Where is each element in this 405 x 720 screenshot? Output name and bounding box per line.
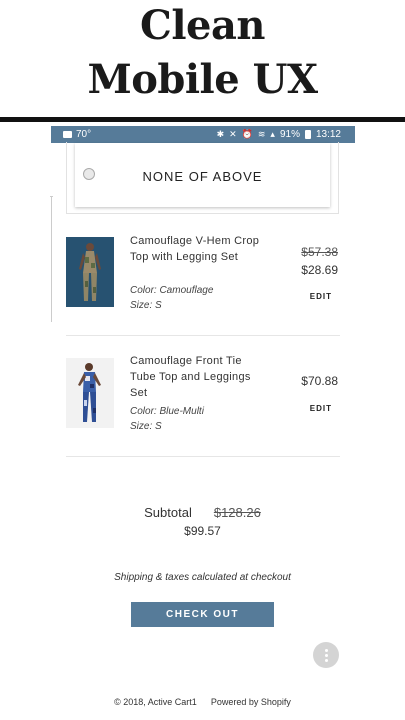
item-title[interactable]: Camouflage V-Hem Crop Top with Legging S…: [130, 233, 270, 265]
item-price: $28.69: [301, 263, 338, 277]
bluetooth-icon: ✱: [216, 129, 225, 139]
item-divider: [66, 456, 340, 457]
headline-divider: [0, 117, 405, 122]
battery-icon: [304, 130, 311, 139]
scroll-indicator: [50, 196, 53, 322]
headline-line-2: Mobile UX: [87, 56, 318, 103]
item-divider: [66, 335, 340, 336]
item-size: Size: S: [130, 300, 162, 311]
wifi-icon: ≋: [257, 129, 266, 139]
option-none-of-above[interactable]: NONE OF ABOVE: [75, 143, 330, 207]
message-icon: [63, 131, 72, 138]
product-image[interactable]: [66, 358, 114, 428]
product-image[interactable]: [66, 237, 114, 307]
option-label: NONE OF ABOVE: [142, 169, 263, 184]
edit-button[interactable]: EDIT: [310, 404, 332, 413]
shipping-note: Shipping & taxes calculated at checkout: [114, 572, 291, 583]
footer: © 2018, Active Cart1 Powered by Shopify: [0, 697, 405, 707]
more-vertical-icon: [324, 648, 328, 652]
powered-by-link[interactable]: Powered by Shopify: [211, 697, 291, 707]
cart-item: Camouflage Front Tie Tube Top and Leggin…: [66, 353, 340, 433]
item-original-price: $57.38: [301, 245, 338, 259]
edit-button[interactable]: EDIT: [310, 292, 332, 301]
subtotal-amount: $99.57: [184, 524, 221, 538]
copyright-text: © 2018, Active Cart1: [114, 697, 197, 707]
item-title[interactable]: Camouflage Front Tie Tube Top and Leggin…: [130, 353, 270, 401]
mute-icon: ✕: [229, 129, 237, 139]
temperature-text: 70°: [76, 129, 92, 140]
status-bar: 70° ✱ ✕ ⏰ ≋ ▴ 91% 13:12: [51, 126, 355, 143]
cart-item: Camouflage V-Hem Crop Top with Legging S…: [66, 233, 340, 313]
alarm-icon: ⏰: [241, 129, 253, 139]
subtotal-row: Subtotal $128.26: [0, 505, 405, 520]
subtotal-label: Subtotal: [144, 505, 192, 520]
more-options-button[interactable]: [313, 642, 339, 668]
subtotal-original: $128.26: [213, 505, 261, 520]
battery-percent: 91%: [279, 129, 300, 140]
item-color: Color: Blue-Multi: [130, 406, 204, 417]
item-color: Color: Camouflage: [130, 285, 214, 296]
item-size: Size: S: [130, 421, 162, 432]
clock-time: 13:12: [315, 129, 341, 140]
headline-line-1: Clean: [140, 2, 265, 49]
item-price: $70.88: [301, 374, 338, 388]
checkout-button[interactable]: CHECK OUT: [131, 602, 274, 627]
signal-icon: ▴: [270, 129, 275, 139]
